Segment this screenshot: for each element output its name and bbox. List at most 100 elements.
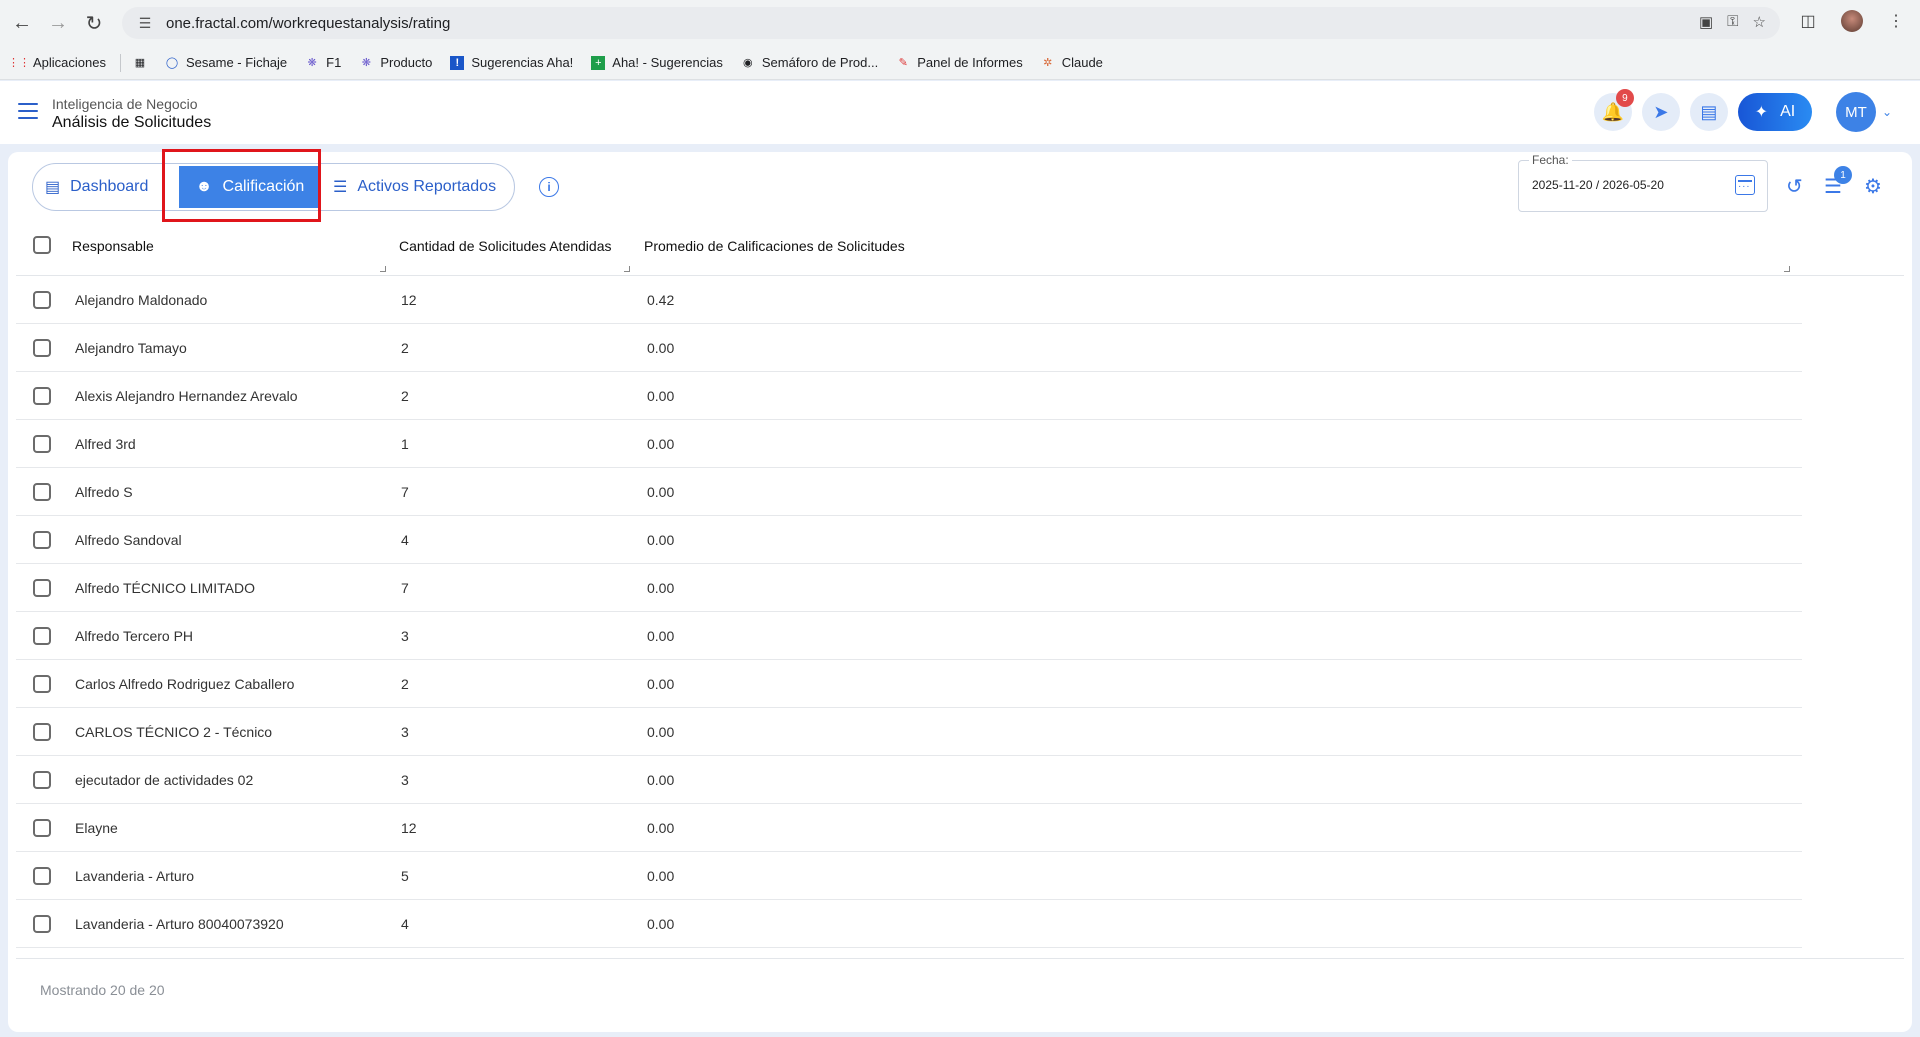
row-checkbox[interactable] bbox=[33, 771, 51, 789]
bookmark-semaforo[interactable]: ◉ Semáforo de Prod... bbox=[741, 55, 878, 70]
cell-cantidad: 3 bbox=[401, 724, 409, 740]
bookmark-sugerencias-aha[interactable]: ! Sugerencias Aha! bbox=[450, 55, 573, 70]
calendar-icon[interactable] bbox=[1735, 175, 1755, 195]
row-checkbox[interactable] bbox=[33, 435, 51, 453]
table-row[interactable]: CARLOS TÉCNICO 2 - Técnico 3 0.00 bbox=[16, 708, 1802, 756]
column-resize-handle[interactable] bbox=[380, 266, 386, 272]
claude-icon: ✲ bbox=[1043, 57, 1053, 69]
table-row[interactable]: Carlos Alfredo Rodriguez Caballero 2 0.00 bbox=[16, 660, 1802, 708]
cell-cantidad: 5 bbox=[401, 868, 409, 884]
table-row[interactable]: Alexis Alejandro Hernandez Arevalo 2 0.00 bbox=[16, 372, 1802, 420]
address-bar[interactable]: ☰ one.fractal.com/workrequestanalysis/ra… bbox=[122, 7, 1780, 39]
date-label: Fecha: bbox=[1529, 153, 1572, 167]
highlight-annotation bbox=[162, 149, 321, 222]
row-checkbox[interactable] bbox=[33, 387, 51, 405]
docs-button[interactable]: ▤ bbox=[1689, 93, 1728, 131]
forward-icon[interactable]: → bbox=[40, 5, 76, 41]
report-icon: ✎ bbox=[898, 57, 908, 69]
row-checkbox[interactable] bbox=[33, 723, 51, 741]
row-checkbox[interactable] bbox=[33, 531, 51, 549]
cell-promedio: 0.00 bbox=[647, 436, 675, 452]
back-icon[interactable]: ← bbox=[4, 5, 40, 41]
extensions-icon[interactable]: ◫ bbox=[1794, 7, 1822, 35]
filter-count-badge: 1 bbox=[1834, 166, 1852, 184]
cell-promedio: 0.00 bbox=[647, 628, 675, 644]
grid-icon: ▦ bbox=[134, 57, 146, 69]
table-row[interactable]: Alejandro Tamayo 2 0.00 bbox=[16, 324, 1802, 372]
table-row[interactable]: Alfredo Tercero PH 3 0.00 bbox=[16, 612, 1802, 660]
settings-sliders-icon[interactable]: ⚙ bbox=[1864, 174, 1882, 199]
bookmark-f1[interactable]: ❋ F1 bbox=[305, 55, 342, 70]
section-label: Inteligencia de Negocio bbox=[52, 96, 198, 112]
main-card: ▤ Dashboard ☻ Calificación ☰ Activos Rep… bbox=[8, 149, 1912, 1032]
bookmark-aha-sugerencias[interactable]: + Aha! - Sugerencias bbox=[591, 55, 723, 70]
cell-promedio: 0.00 bbox=[647, 388, 675, 404]
tab-dashboard[interactable]: ▤ Dashboard bbox=[45, 164, 148, 210]
row-checkbox[interactable] bbox=[33, 483, 51, 501]
cell-promedio: 0.00 bbox=[647, 772, 675, 788]
table-row[interactable]: Alfred 3rd 1 0.00 bbox=[16, 420, 1802, 468]
refresh-icon[interactable]: ↺ bbox=[1786, 174, 1803, 199]
column-resize-handle[interactable] bbox=[624, 266, 630, 272]
cell-responsable: Alexis Alejandro Hernandez Arevalo bbox=[75, 388, 298, 404]
fractal-icon: ❋ bbox=[361, 57, 371, 69]
column-header-promedio[interactable]: Promedio de Calificaciones de Solicitude… bbox=[644, 238, 905, 254]
ai-button[interactable]: ✦ AI bbox=[1737, 93, 1812, 131]
cell-responsable: CARLOS TÉCNICO 2 - Técnico bbox=[75, 724, 273, 740]
row-checkbox[interactable] bbox=[33, 579, 51, 597]
cell-responsable: Alfredo Sandoval bbox=[75, 532, 182, 548]
bookmark-star-icon[interactable]: ☆ bbox=[1753, 13, 1766, 31]
column-resize-handle[interactable] bbox=[1784, 266, 1790, 272]
tab-activos-reportados[interactable]: ☰ Activos Reportados bbox=[333, 164, 496, 210]
column-header-cantidad[interactable]: Cantidad de Solicitudes Atendidas bbox=[399, 238, 611, 254]
user-avatar[interactable]: MT bbox=[1835, 92, 1876, 132]
row-checkbox[interactable] bbox=[33, 819, 51, 837]
profile-avatar[interactable] bbox=[1838, 7, 1866, 35]
row-checkbox[interactable] bbox=[33, 915, 51, 933]
browser-menu-icon[interactable]: ⋮ bbox=[1882, 7, 1910, 35]
pagination-summary: Mostrando 20 de 20 bbox=[40, 982, 165, 998]
table-row[interactable]: Elayne 12 0.00 bbox=[16, 804, 1802, 852]
table-row[interactable]: Alfredo TÉCNICO LIMITADO 7 0.00 bbox=[16, 564, 1802, 612]
rocket-button[interactable]: ➤ bbox=[1641, 93, 1680, 131]
bookmark-grid[interactable]: ▦ bbox=[133, 56, 147, 70]
cell-responsable: Carlos Alfredo Rodriguez Caballero bbox=[75, 676, 295, 692]
table-row[interactable]: Alfredo Sandoval 4 0.00 bbox=[16, 516, 1802, 564]
row-checkbox[interactable] bbox=[33, 339, 51, 357]
cell-responsable: Alfredo S bbox=[75, 484, 133, 500]
column-header-responsable[interactable]: Responsable bbox=[72, 238, 154, 254]
cell-cantidad: 4 bbox=[401, 916, 409, 932]
aha-icon: ! bbox=[450, 55, 465, 70]
row-checkbox[interactable] bbox=[33, 291, 51, 309]
cell-cantidad: 1 bbox=[401, 436, 409, 452]
sheets-icon: + bbox=[591, 55, 606, 70]
bookmark-sesame[interactable]: ◯ Sesame - Fichaje bbox=[165, 55, 287, 70]
hamburger-menu-icon[interactable] bbox=[18, 103, 38, 119]
site-settings-icon[interactable]: ☰ bbox=[134, 12, 156, 34]
row-checkbox[interactable] bbox=[33, 675, 51, 693]
table-row[interactable]: Alfredo S 7 0.00 bbox=[16, 468, 1802, 516]
bookmark-producto[interactable]: ❋ Producto bbox=[359, 55, 433, 70]
chevron-down-icon[interactable]: ⌄ bbox=[1882, 105, 1892, 119]
row-checkbox[interactable] bbox=[33, 627, 51, 645]
table-header: Responsable Cantidad de Solicitudes Aten… bbox=[16, 216, 1904, 276]
table-row[interactable]: Lavanderia - Arturo 80040073920 4 0.00 bbox=[16, 900, 1802, 948]
table-row[interactable]: Alejandro Maldonado 12 0.42 bbox=[16, 276, 1802, 324]
cell-responsable: Alejandro Tamayo bbox=[75, 340, 187, 356]
date-range-field[interactable]: Fecha: 2025-11-20 / 2026-05-20 bbox=[1518, 153, 1768, 212]
table-row[interactable]: ejecutador de actividades 02 3 0.00 bbox=[16, 756, 1802, 804]
table-row[interactable]: Lavanderia - Arturo 5 0.00 bbox=[16, 852, 1802, 900]
bookmark-panel-informes[interactable]: ✎ Panel de Informes bbox=[896, 55, 1023, 70]
info-icon[interactable]: i bbox=[539, 177, 559, 197]
row-checkbox[interactable] bbox=[33, 867, 51, 885]
cell-cantidad: 3 bbox=[401, 772, 409, 788]
notifications-button[interactable]: 🔔 9 bbox=[1593, 89, 1634, 131]
install-app-icon[interactable]: ▣ bbox=[1699, 13, 1713, 31]
reload-icon[interactable]: ↻ bbox=[76, 5, 112, 41]
password-key-icon[interactable]: ⚿ bbox=[1727, 13, 1738, 31]
bookmark-apps[interactable]: ⋮⋮ Aplicaciones bbox=[8, 55, 106, 70]
cell-cantidad: 2 bbox=[401, 676, 409, 692]
bookmark-claude[interactable]: ✲ Claude bbox=[1041, 55, 1103, 70]
select-all-checkbox[interactable] bbox=[33, 236, 51, 254]
cell-promedio: 0.00 bbox=[647, 820, 675, 836]
